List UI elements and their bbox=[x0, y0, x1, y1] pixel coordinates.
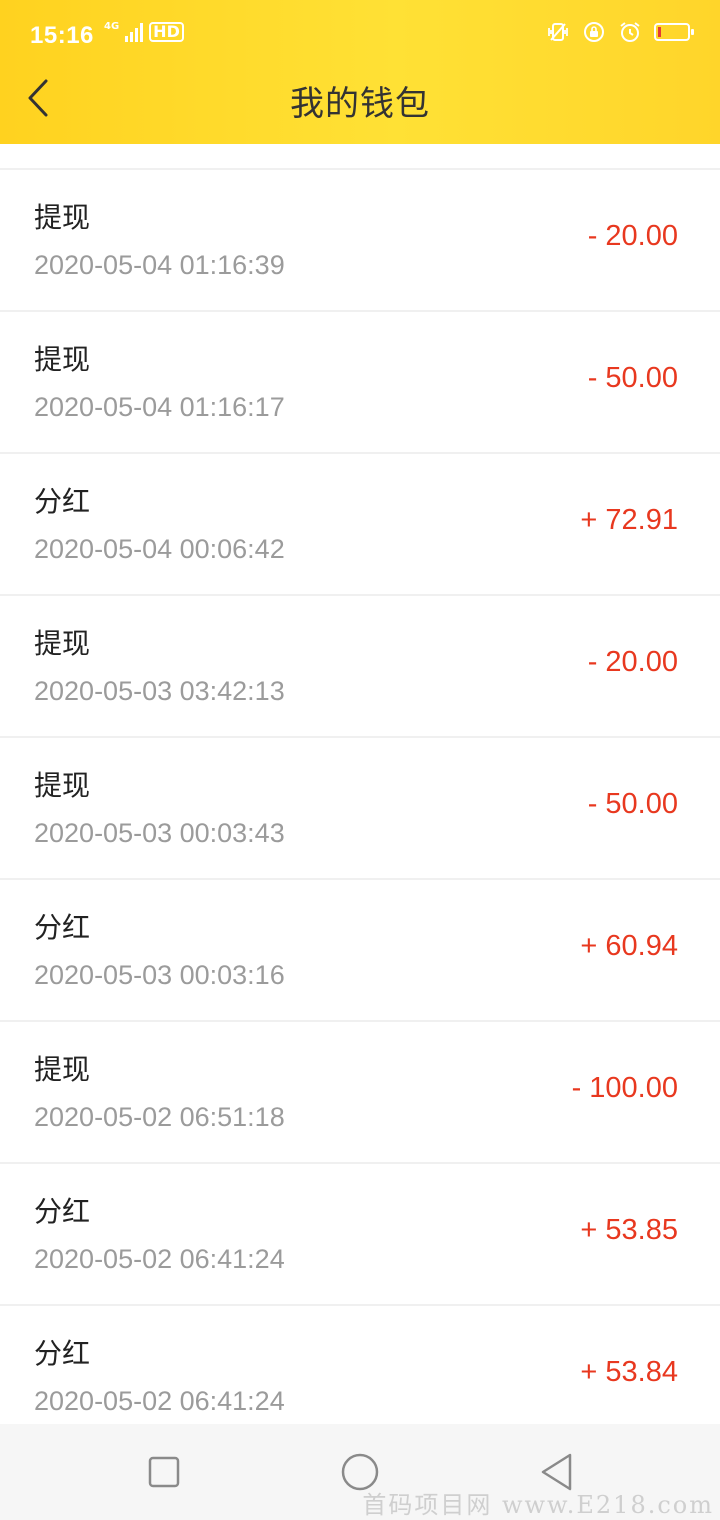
app-header: 15:16 4G HD 我的钱包 bbox=[0, 0, 720, 144]
list-item[interactable]: 分红 2020-05-02 06:41:24 + 53.84 bbox=[0, 1306, 720, 1424]
transaction-list[interactable]: 提现 2020-05-04 01:16:39 - 20.00 提现 2020-0… bbox=[0, 144, 720, 1424]
watermark-text: 首码项目网 www.E218.com bbox=[362, 1491, 714, 1519]
network-indicators: 4G HD bbox=[104, 22, 184, 42]
transaction-time: 2020-05-04 01:16:39 bbox=[34, 250, 285, 280]
transaction-amount: + 60.94 bbox=[580, 930, 678, 962]
transaction-amount: - 100.00 bbox=[571, 1072, 678, 1104]
transaction-time: 2020-05-03 00:03:16 bbox=[34, 960, 285, 990]
battery-level-fill bbox=[658, 27, 661, 37]
network-type-label: 4G bbox=[104, 21, 120, 32]
transaction-type: 分红 bbox=[34, 1337, 91, 1370]
system-navigation-bar: 首码项目网 www.E218.com bbox=[0, 1424, 720, 1520]
list-item[interactable]: 分红 2020-05-04 00:06:42 + 72.91 bbox=[0, 454, 720, 596]
rotation-lock-icon bbox=[584, 22, 604, 42]
transaction-amount: - 20.00 bbox=[587, 646, 678, 678]
recents-square-icon bbox=[148, 1456, 180, 1488]
nav-bar: 我的钱包 bbox=[0, 66, 720, 132]
status-right-icons bbox=[546, 20, 694, 44]
transaction-type: 提现 bbox=[34, 627, 91, 660]
hd-voice-badge: HD bbox=[149, 22, 184, 42]
transaction-type: 提现 bbox=[34, 769, 91, 802]
transaction-time: 2020-05-04 01:16:17 bbox=[34, 392, 285, 422]
list-top-gap bbox=[0, 144, 720, 170]
battery-icon bbox=[654, 23, 694, 41]
transaction-type: 提现 bbox=[34, 343, 91, 376]
transaction-time: 2020-05-04 00:06:42 bbox=[34, 534, 285, 564]
transaction-amount: - 20.00 bbox=[587, 220, 678, 252]
transaction-type: 提现 bbox=[34, 201, 91, 234]
transaction-amount: + 53.84 bbox=[580, 1356, 678, 1388]
transaction-amount: + 72.91 bbox=[580, 504, 678, 536]
transaction-time: 2020-05-02 06:41:24 bbox=[34, 1244, 285, 1274]
transaction-type: 提现 bbox=[34, 1053, 91, 1086]
list-item[interactable]: 分红 2020-05-02 06:41:24 + 53.85 bbox=[0, 1164, 720, 1306]
page-title: 我的钱包 bbox=[290, 84, 430, 124]
list-item[interactable]: 提现 2020-05-04 01:16:17 - 50.00 bbox=[0, 312, 720, 454]
transaction-amount: + 53.85 bbox=[580, 1214, 678, 1246]
list-item[interactable]: 分红 2020-05-03 00:03:16 + 60.94 bbox=[0, 880, 720, 1022]
transaction-amount: - 50.00 bbox=[587, 788, 678, 820]
alarm-icon bbox=[620, 22, 640, 42]
transaction-time: 2020-05-02 06:51:18 bbox=[34, 1102, 285, 1132]
list-item[interactable]: 提现 2020-05-04 01:16:39 - 20.00 bbox=[0, 170, 720, 312]
transaction-type: 分红 bbox=[34, 911, 91, 944]
list-item[interactable]: 提现 2020-05-03 00:03:43 - 50.00 bbox=[0, 738, 720, 880]
transaction-amount: - 50.00 bbox=[587, 362, 678, 394]
signal-strength-icon bbox=[125, 22, 144, 42]
transaction-time: 2020-05-03 00:03:43 bbox=[34, 818, 285, 848]
transaction-type: 分红 bbox=[34, 1195, 91, 1228]
status-time: 15:16 bbox=[30, 22, 94, 49]
recents-button[interactable] bbox=[142, 1450, 186, 1494]
list-item[interactable]: 提现 2020-05-02 06:51:18 - 100.00 bbox=[0, 1022, 720, 1164]
list-item[interactable]: 提现 2020-05-03 03:42:13 - 20.00 bbox=[0, 596, 720, 738]
transaction-time: 2020-05-03 03:42:13 bbox=[34, 676, 285, 706]
transaction-type: 分红 bbox=[34, 485, 91, 518]
transaction-time: 2020-05-02 06:41:24 bbox=[34, 1386, 285, 1416]
vibrate-icon bbox=[548, 23, 568, 41]
status-bar: 15:16 4G HD bbox=[0, 0, 720, 74]
